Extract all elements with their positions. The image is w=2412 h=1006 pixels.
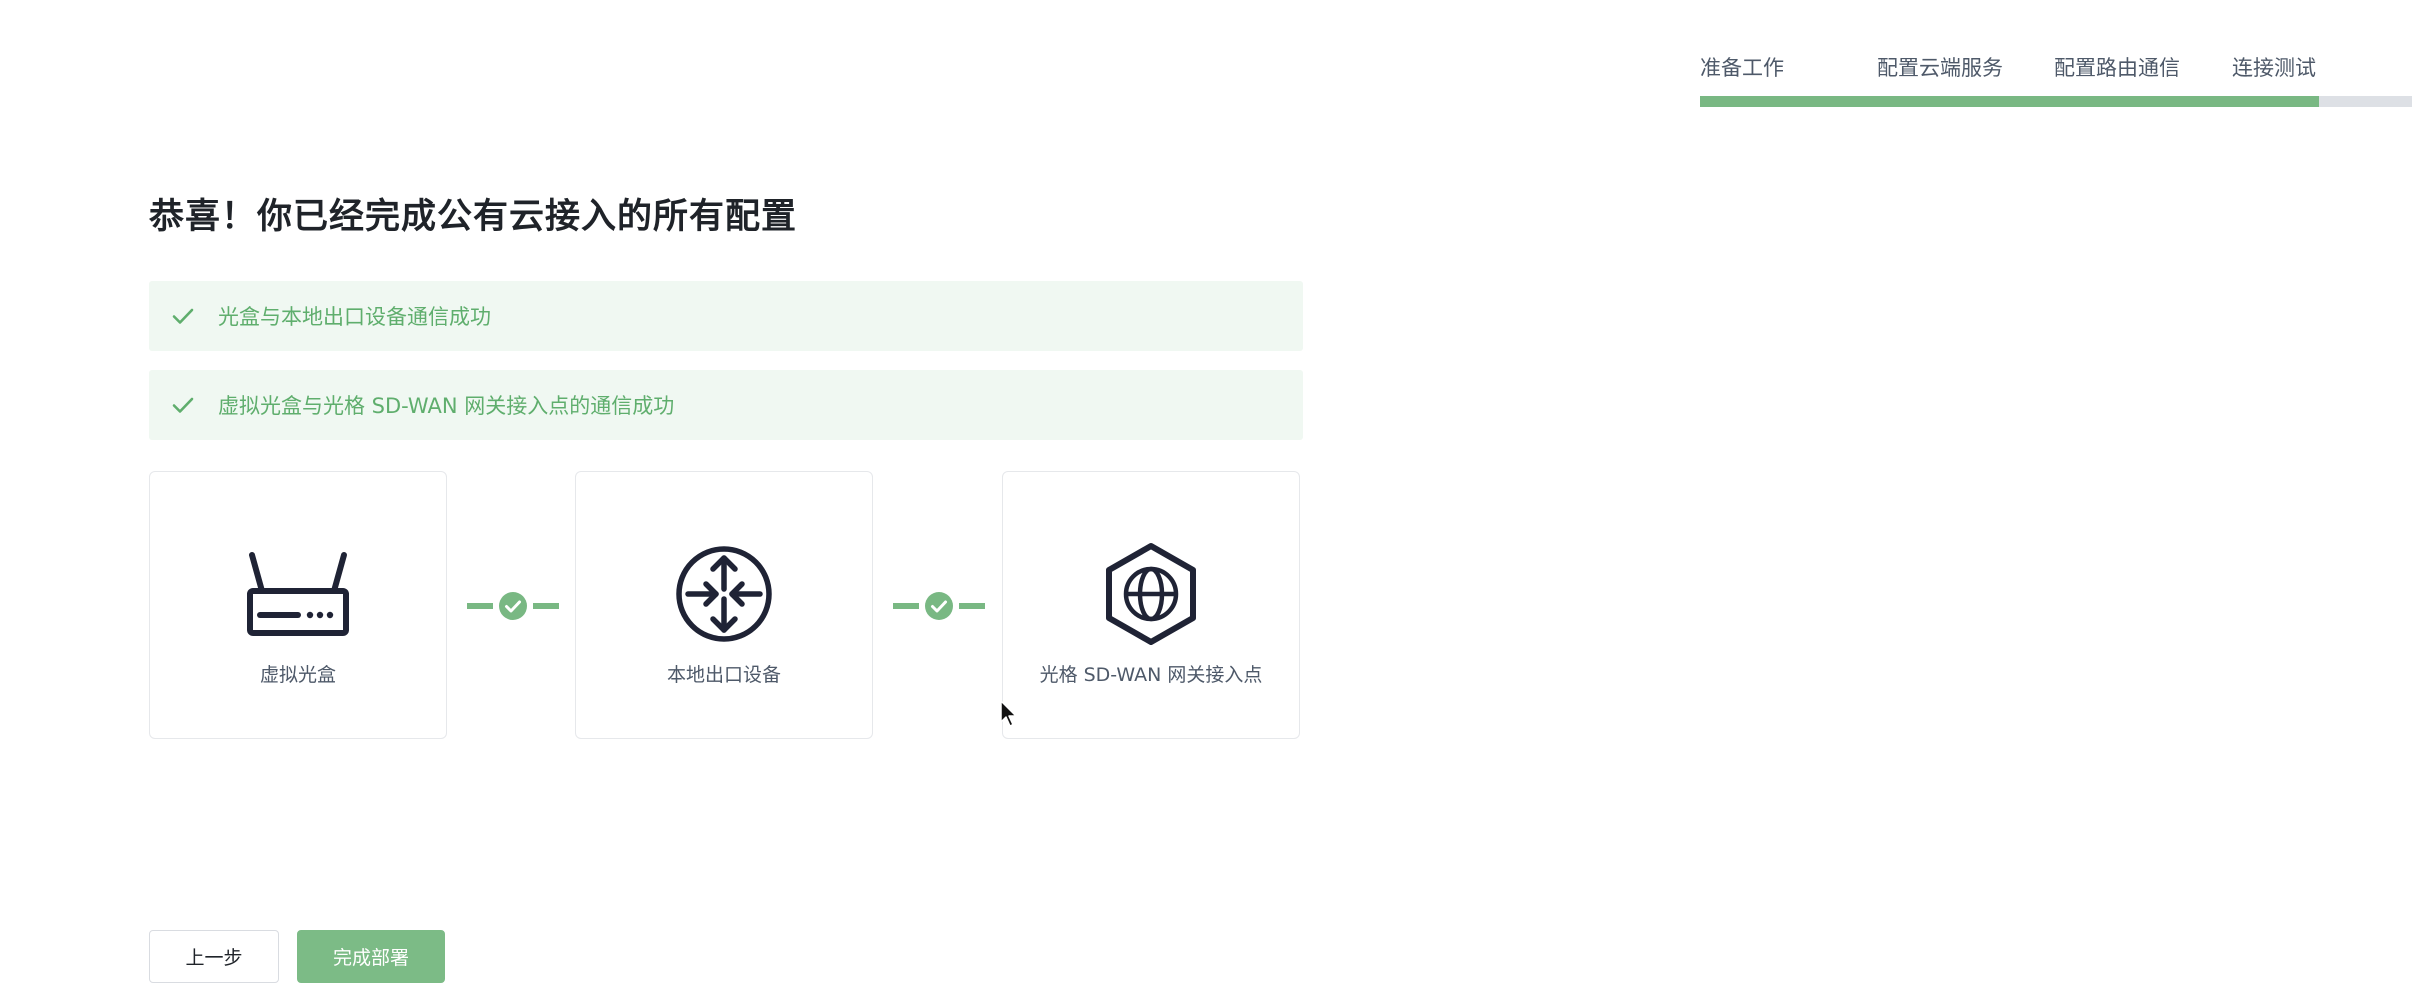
device-card-local-exit: 本地出口设备 (575, 471, 873, 739)
finish-deployment-button[interactable]: 完成部署 (297, 930, 445, 983)
step-prepare[interactable]: 准备工作 (1700, 52, 1784, 82)
exit-device-icon (676, 546, 772, 642)
step-progress-fill (1700, 96, 2320, 107)
page-title: 恭喜！你已经完成公有云接入的所有配置 (149, 197, 798, 237)
device-card-virtual-box: 虚拟光盒 (149, 471, 447, 739)
previous-step-button[interactable]: 上一步 (149, 930, 279, 983)
step-connection-test[interactable]: 连接测试 (2232, 52, 2316, 82)
wizard-stepper: 准备工作 配置云端服务 配置路由通信 连接测试 (1700, 46, 2412, 110)
alert-text: 虚拟光盒与光格 SD-WAN 网关接入点的通信成功 (218, 394, 675, 418)
check-circle-icon (499, 592, 527, 620)
alert-text: 光盒与本地出口设备通信成功 (218, 305, 491, 329)
step-progress-track (1700, 96, 2412, 107)
globe-hexagon-icon (1106, 543, 1196, 645)
mouse-cursor-icon (1000, 700, 1017, 727)
step-config-routing[interactable]: 配置路由通信 (2054, 52, 2180, 82)
device-label: 本地出口设备 (666, 664, 781, 686)
step-labels: 准备工作 配置云端服务 配置路由通信 连接测试 (1700, 46, 2412, 86)
check-icon (172, 308, 194, 324)
success-alert-local-exit: 光盒与本地出口设备通信成功 (149, 281, 1303, 351)
connection-status-connector-2 (893, 592, 985, 620)
success-alert-sdwan-gateway: 虚拟光盒与光格 SD-WAN 网关接入点的通信成功 (149, 370, 1303, 440)
device-card-sdwan-gateway: 光格 SD-WAN 网关接入点 (1002, 471, 1300, 739)
device-label: 虚拟光盒 (259, 664, 336, 686)
check-icon (172, 397, 194, 413)
router-icon (247, 552, 349, 636)
step-config-cloud-service[interactable]: 配置云端服务 (1877, 52, 2003, 82)
connection-status-connector-1 (467, 592, 559, 620)
deployment-wizard-page: 准备工作 配置云端服务 配置路由通信 连接测试 恭喜！你已经完成公有云接入的所有… (0, 0, 2412, 1006)
check-circle-icon (925, 592, 953, 620)
device-label: 光格 SD-WAN 网关接入点 (1039, 664, 1263, 686)
